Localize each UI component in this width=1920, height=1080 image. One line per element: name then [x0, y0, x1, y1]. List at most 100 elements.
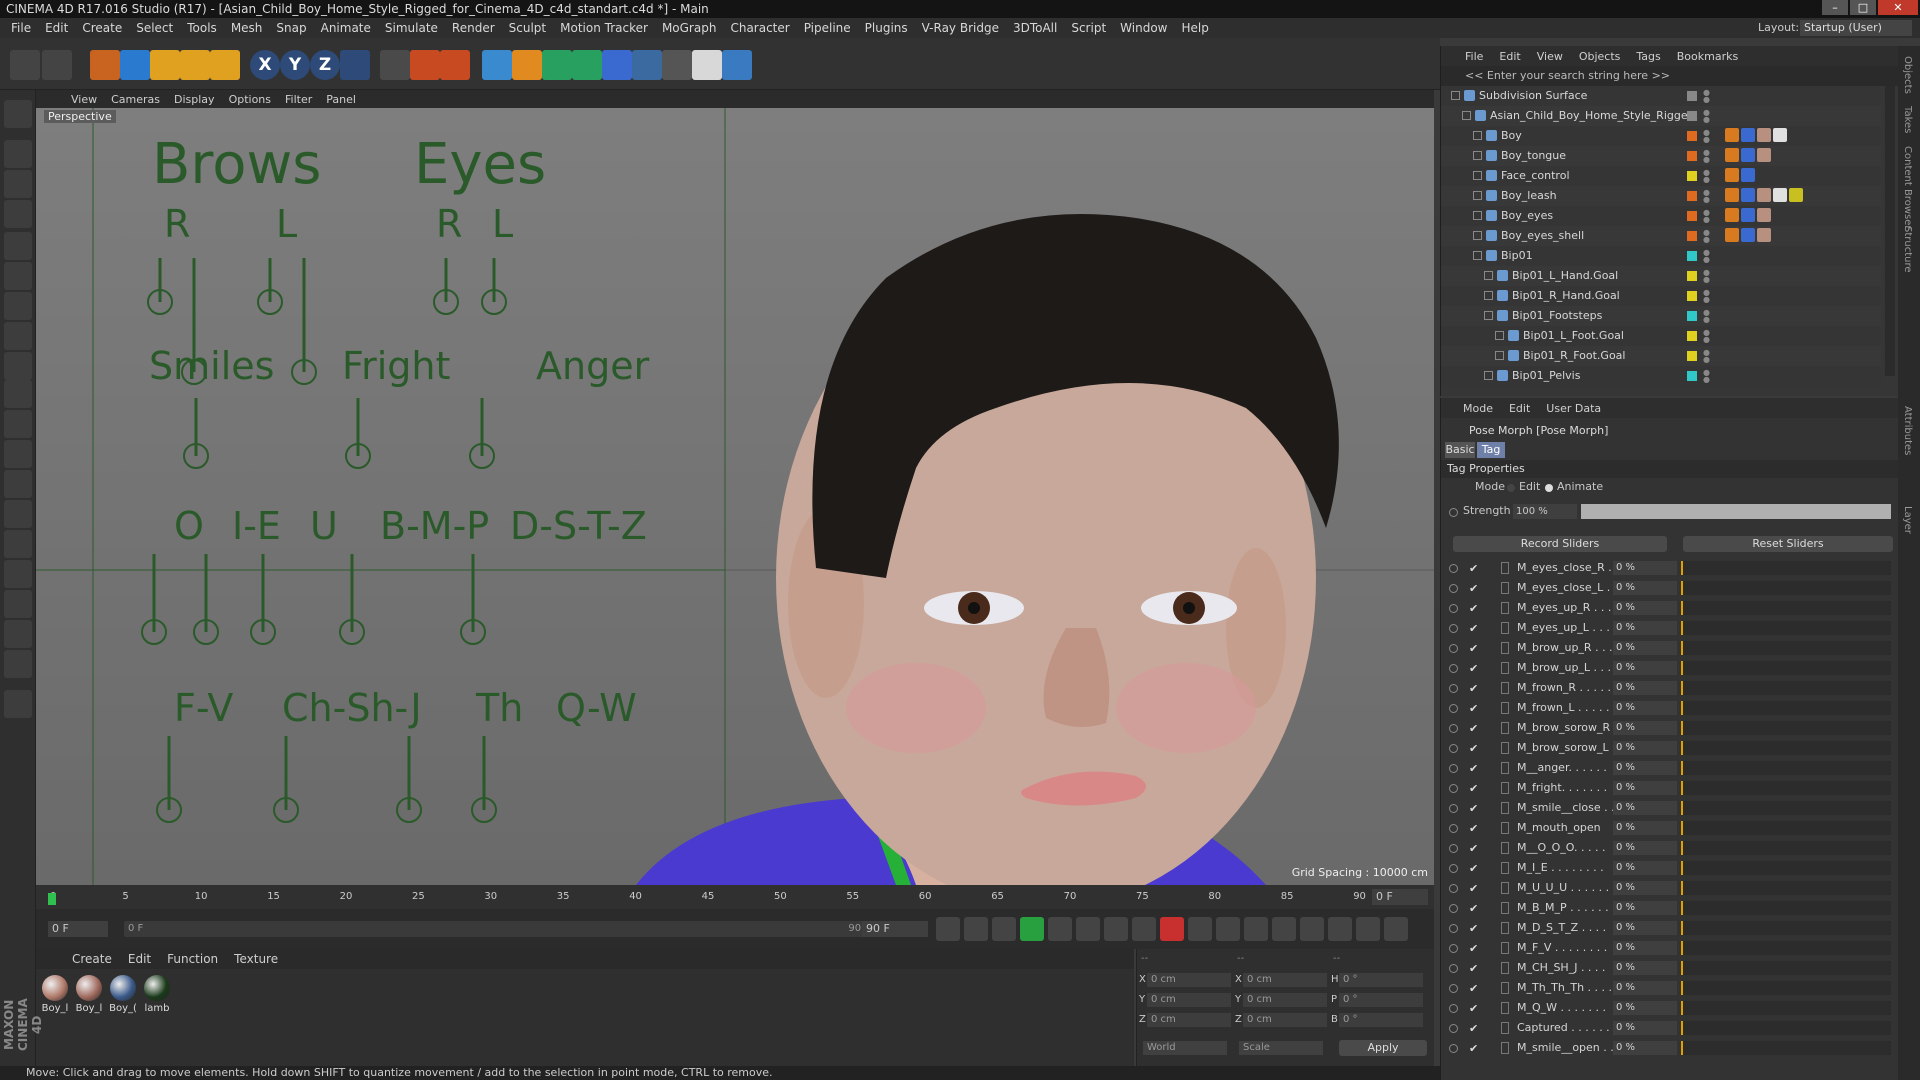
- expand-icon[interactable]: [1495, 351, 1504, 360]
- minimize-button[interactable]: –: [1822, 0, 1848, 15]
- maximize-button[interactable]: □: [1850, 0, 1876, 15]
- param-key-icon[interactable]: [1328, 917, 1352, 941]
- menu-script[interactable]: Script: [1064, 21, 1113, 35]
- menu-v-ray-bridge[interactable]: V-Ray Bridge: [915, 21, 1006, 35]
- morph-value-field[interactable]: 0 %: [1613, 941, 1677, 955]
- morph-slider[interactable]: [1681, 1021, 1891, 1035]
- morph-anim-icon[interactable]: [1449, 584, 1458, 593]
- morph-enable-checkbox[interactable]: ✔: [1469, 699, 1478, 719]
- morph-enable-checkbox[interactable]: ✔: [1469, 959, 1478, 979]
- subdivision-icon[interactable]: [542, 50, 572, 80]
- object-row[interactable]: Boy_eyes ● ●: [1441, 206, 1881, 226]
- side-tab-objects[interactable]: Objects: [1902, 56, 1913, 94]
- y-axis-icon[interactable]: Y: [280, 50, 310, 80]
- rotate-icon[interactable]: [180, 50, 210, 80]
- morph-enable-checkbox[interactable]: ✔: [1469, 899, 1478, 919]
- morph-slider[interactable]: [1681, 741, 1891, 755]
- object-tag-icon[interactable]: [1725, 148, 1739, 162]
- morph-enable-checkbox[interactable]: ✔: [1469, 679, 1478, 699]
- ik-icon[interactable]: [4, 590, 32, 618]
- morph-slider[interactable]: [1681, 661, 1891, 675]
- next-frame-icon[interactable]: [1048, 917, 1072, 941]
- visibility-dots-icon[interactable]: ● ●: [1703, 129, 1710, 144]
- model-mode-icon[interactable]: [4, 100, 32, 128]
- coord-field[interactable]: 0 cm: [1147, 973, 1231, 987]
- material-thumbnail[interactable]: Boy_l: [40, 975, 70, 1014]
- morph-anim-icon[interactable]: [1449, 824, 1458, 833]
- morph-anim-icon[interactable]: [1449, 884, 1458, 893]
- object-menu-edit[interactable]: Edit: [1491, 50, 1528, 63]
- snap-icon[interactable]: [4, 380, 32, 408]
- morph-enable-checkbox[interactable]: ✔: [1469, 1039, 1478, 1059]
- expand-icon[interactable]: [1451, 91, 1460, 100]
- texture-mode-icon[interactable]: [4, 170, 32, 198]
- expand-icon[interactable]: [1473, 231, 1482, 240]
- morph-slider-knob[interactable]: [1681, 701, 1683, 715]
- morph-slider-knob[interactable]: [1681, 621, 1683, 635]
- menu-create[interactable]: Create: [75, 21, 129, 35]
- brush-icon[interactable]: [4, 440, 32, 468]
- rig-slider-handle[interactable]: [257, 258, 283, 315]
- object-row[interactable]: Boy_tongue ● ●: [1441, 146, 1881, 166]
- morph-value-field[interactable]: 0 %: [1613, 801, 1677, 815]
- morph-slider[interactable]: [1681, 801, 1891, 815]
- expand-icon[interactable]: [1473, 171, 1482, 180]
- coord-field[interactable]: 0 °: [1339, 1013, 1423, 1027]
- morph-anim-icon[interactable]: [1449, 1004, 1458, 1013]
- menu-plugins[interactable]: Plugins: [858, 21, 915, 35]
- morph-slider-knob[interactable]: [1681, 981, 1683, 995]
- polygons-mode-icon[interactable]: [4, 292, 32, 320]
- attribute-menu-mode[interactable]: Mode: [1455, 402, 1501, 415]
- viewport-menu-panel[interactable]: Panel: [319, 93, 363, 106]
- morph-value-field[interactable]: 0 %: [1613, 761, 1677, 775]
- morph-slider[interactable]: [1681, 841, 1891, 855]
- record-icon[interactable]: [1160, 917, 1184, 941]
- morph-enable-checkbox[interactable]: ✔: [1469, 659, 1478, 679]
- rig-slider-handle[interactable]: [396, 736, 422, 823]
- layer-color-swatch[interactable]: [1687, 211, 1697, 221]
- side-tab-takes[interactable]: Takes: [1902, 106, 1913, 133]
- morph-value-field[interactable]: 0 %: [1613, 1021, 1677, 1035]
- visibility-dots-icon[interactable]: ● ●: [1703, 269, 1710, 284]
- morph-slider[interactable]: [1681, 701, 1891, 715]
- camera-icon[interactable]: [662, 50, 692, 80]
- object-tag-icon[interactable]: [1725, 188, 1739, 202]
- viewport-menu-options[interactable]: Options: [222, 93, 278, 106]
- rig-slider-handle[interactable]: [141, 554, 167, 645]
- tab-tag[interactable]: Tag: [1477, 442, 1505, 458]
- apply-button[interactable]: Apply: [1339, 1040, 1427, 1056]
- start-frame-field[interactable]: 0 F: [48, 921, 108, 937]
- morph-slider[interactable]: [1681, 721, 1891, 735]
- object-mode-icon[interactable]: [4, 140, 32, 168]
- morph-slider-knob[interactable]: [1681, 661, 1683, 675]
- morph-anim-icon[interactable]: [1449, 764, 1458, 773]
- coord-field[interactable]: 0 °: [1339, 973, 1423, 987]
- render-view-icon[interactable]: [380, 50, 410, 80]
- morph-slider-knob[interactable]: [1681, 941, 1683, 955]
- menu-file[interactable]: File: [4, 21, 38, 35]
- object-tag-icon[interactable]: [1741, 208, 1755, 222]
- object-menu-objects[interactable]: Objects: [1571, 50, 1629, 63]
- world-coord-icon[interactable]: [340, 50, 370, 80]
- morph-slider-knob[interactable]: [1681, 781, 1683, 795]
- morph-value-field[interactable]: 0 %: [1613, 961, 1677, 975]
- morph-value-field[interactable]: 0 %: [1613, 621, 1677, 635]
- morph-value-field[interactable]: 0 %: [1613, 981, 1677, 995]
- visibility-dots-icon[interactable]: ● ●: [1703, 289, 1710, 304]
- viewport-menu-view[interactable]: View: [64, 93, 104, 106]
- axis-mode-icon[interactable]: [4, 322, 32, 350]
- object-tag-icon[interactable]: [1757, 128, 1771, 142]
- object-tag-icon[interactable]: [1741, 168, 1755, 182]
- object-menu-view[interactable]: View: [1529, 50, 1571, 63]
- rig-slider-handle[interactable]: [183, 398, 209, 469]
- object-tag-icon[interactable]: [1757, 148, 1771, 162]
- morph-slider-knob[interactable]: [1681, 921, 1683, 935]
- expand-icon[interactable]: [1473, 251, 1482, 260]
- object-row[interactable]: Bip01_Footsteps ● ●: [1441, 306, 1881, 326]
- morph-slider[interactable]: [1681, 941, 1891, 955]
- object-search-input[interactable]: << Enter your search string here >>: [1441, 66, 1899, 86]
- object-tag-icon[interactable]: [1741, 228, 1755, 242]
- morph-slider-knob[interactable]: [1681, 561, 1683, 575]
- menu-select[interactable]: Select: [129, 21, 180, 35]
- morph-anim-icon[interactable]: [1449, 864, 1458, 873]
